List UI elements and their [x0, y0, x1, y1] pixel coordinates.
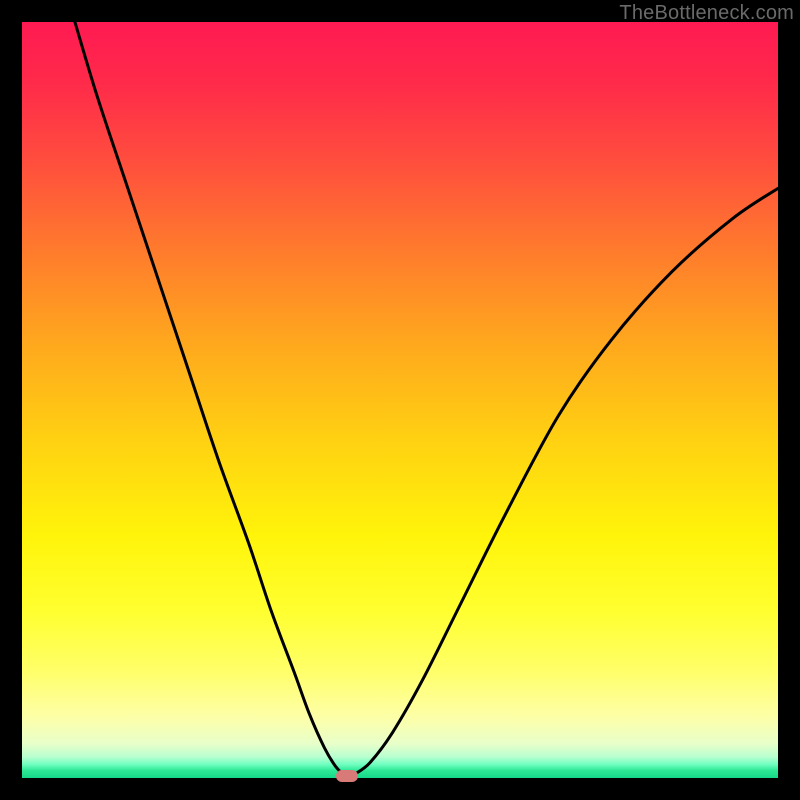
curve-right-branch	[355, 188, 778, 774]
chart-plot-area	[22, 22, 778, 778]
curve-left-branch	[75, 22, 343, 774]
optimum-marker	[336, 770, 358, 782]
watermark-text: TheBottleneck.com	[619, 2, 794, 25]
bottleneck-curve	[22, 22, 778, 778]
